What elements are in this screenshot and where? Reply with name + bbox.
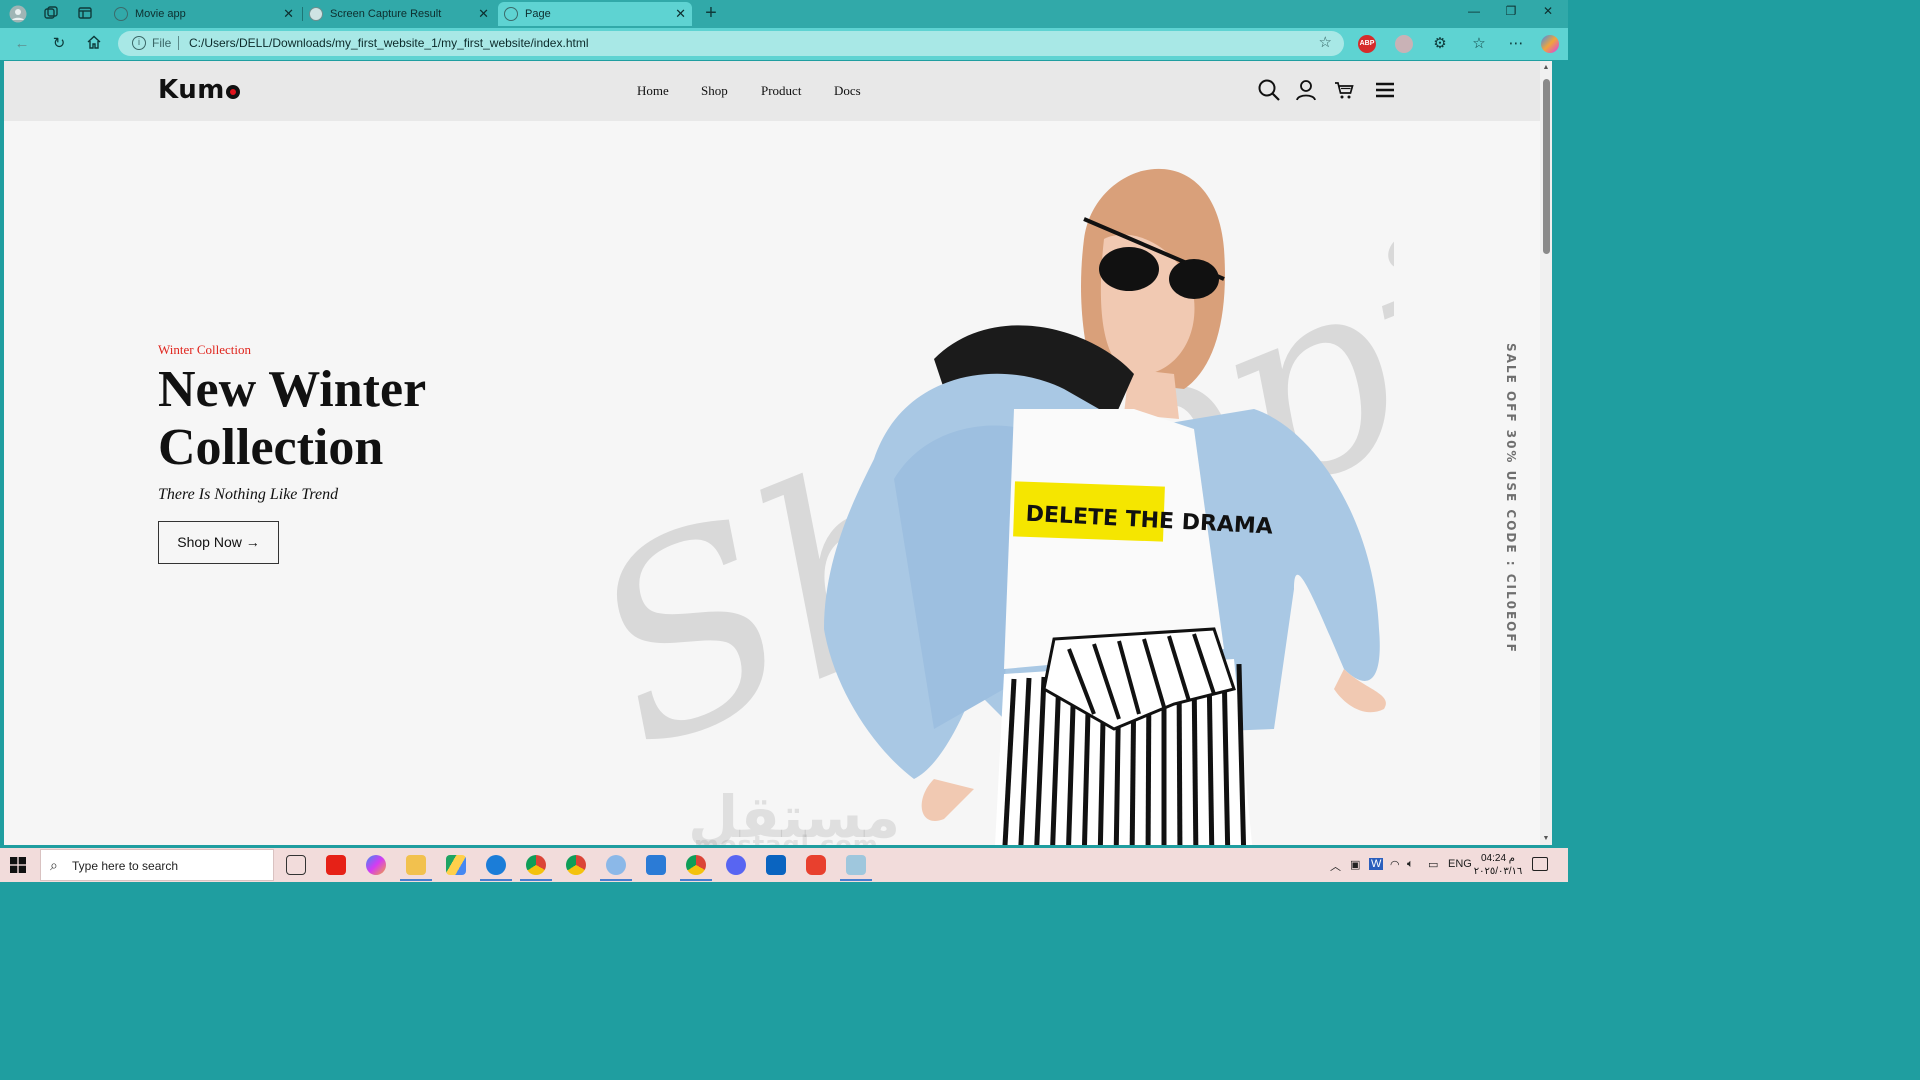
nav-product[interactable]: Product <box>761 83 801 99</box>
browser-tab-bar: Movie app ✕ Screen Capture Result ✕ Page… <box>0 0 1568 28</box>
snipping-tool-icon[interactable] <box>846 855 866 875</box>
browser-toolbar: ← ↻ i File C:/Users/DELL/Downloads/my_fi… <box>0 28 1568 60</box>
home-icon[interactable] <box>84 34 104 54</box>
clock[interactable]: 04:24 م ٢٠٢٥/٠٣/١٦ <box>1470 852 1526 878</box>
reload-icon[interactable]: ↻ <box>49 34 69 54</box>
hero-title: New Winter Collection <box>158 361 426 476</box>
language-indicator[interactable]: ENG <box>1448 858 1472 870</box>
search-placeholder: Type here to search <box>72 859 179 873</box>
nav-home[interactable]: Home <box>637 83 669 99</box>
close-tab-icon[interactable]: ✕ <box>675 2 686 26</box>
close-tab-icon[interactable]: ✕ <box>283 2 294 26</box>
windows-start-icon[interactable] <box>10 857 26 873</box>
youtube-icon[interactable] <box>326 855 346 875</box>
scroll-thumb[interactable] <box>1543 79 1550 254</box>
chrome-app-icon[interactable] <box>606 855 626 875</box>
chrome-second-profile-icon[interactable] <box>686 855 706 875</box>
copilot-icon[interactable] <box>1541 35 1559 53</box>
notifications-icon[interactable] <box>1532 857 1548 871</box>
hero-tag: Winter Collection <box>158 342 251 357</box>
file-explorer-icon[interactable] <box>406 855 426 875</box>
google-drive-icon[interactable] <box>446 855 466 875</box>
restore-icon[interactable]: ❐ <box>1501 4 1521 18</box>
chrome-icon[interactable] <box>566 855 586 875</box>
volume-icon[interactable]: 🔈︎ <box>1407 858 1414 871</box>
favorites-icon[interactable]: ☆ <box>1469 34 1489 54</box>
sale-banner: SALE OFF 30% USE CODE : CIL0EOFF <box>1504 343 1518 654</box>
clock-time: 04:24 م <box>1480 853 1515 864</box>
user-icon[interactable] <box>1294 78 1318 102</box>
hero-image: Shopping DELETE THE DRAMA <box>574 129 1394 845</box>
site-logo[interactable]: Kum <box>158 75 240 105</box>
close-window-icon[interactable]: ✕ <box>1538 4 1558 18</box>
tab-label: Screen Capture Result <box>330 8 442 20</box>
search-icon[interactable] <box>1257 78 1281 102</box>
back-icon[interactable]: ← <box>12 34 32 54</box>
tab-label: Page <box>525 8 551 20</box>
logo-text: Kum <box>158 75 225 105</box>
wifi-icon[interactable]: ◠ <box>1390 858 1400 871</box>
workspaces-icon[interactable] <box>42 5 60 23</box>
search-icon: ⌕ <box>50 857 58 873</box>
outlook-icon[interactable] <box>766 855 786 875</box>
wps-office-icon[interactable] <box>806 855 826 875</box>
scroll-down-icon[interactable]: ▼ <box>1542 835 1550 842</box>
tab-page[interactable]: Page ✕ <box>498 2 692 26</box>
globe-icon <box>504 7 518 21</box>
globe-icon <box>114 7 128 21</box>
capture-favicon-icon <box>309 7 323 21</box>
page-scrollbar[interactable]: ▲ ▼ <box>1540 61 1552 845</box>
new-tab-icon[interactable]: + <box>702 3 720 23</box>
cart-icon[interactable] <box>1332 78 1356 102</box>
close-tab-icon[interactable]: ✕ <box>478 2 489 26</box>
discord-icon[interactable] <box>726 855 746 875</box>
tab-actions-icon[interactable] <box>76 5 94 23</box>
task-view-icon[interactable] <box>286 855 306 875</box>
logo-o-dot <box>225 85 240 99</box>
tray-overflow-icon[interactable]: ︿ <box>1330 858 1341 874</box>
taskbar-search[interactable]: ⌕ Type here to search <box>40 849 274 881</box>
favorite-star-icon[interactable]: ☆ <box>1319 33 1332 51</box>
more-icon[interactable]: ⋯ <box>1506 34 1526 54</box>
battery-icon[interactable]: ▭ <box>1428 858 1438 871</box>
edge-icon[interactable] <box>486 855 506 875</box>
url-text[interactable]: C:/Users/DELL/Downloads/my_first_website… <box>189 36 589 50</box>
clock-date: ٢٠٢٥/٠٣/١٦ <box>1473 866 1523 877</box>
tab-screen-capture-result[interactable]: Screen Capture Result ✕ <box>303 2 495 26</box>
page-viewport: Kum Home Shop Product Docs Shopping <box>4 61 1552 845</box>
chrome-profile-icon[interactable] <box>526 855 546 875</box>
tab-label: Movie app <box>135 8 186 20</box>
nav-docs[interactable]: Docs <box>834 83 861 99</box>
vscode-icon[interactable] <box>646 855 666 875</box>
tray-device-icon[interactable]: ▣ <box>1350 858 1360 871</box>
shop-now-button[interactable]: Shop Now → <box>158 521 279 564</box>
address-bar[interactable]: i File C:/Users/DELL/Downloads/my_first_… <box>118 31 1344 56</box>
taskbar: ⌕ Type here to search ︿ ▣ W ◠ 🔈︎ ▭ ENG 0… <box>0 848 1568 882</box>
extensions-icon[interactable]: ⚙ <box>1430 34 1450 54</box>
info-icon[interactable]: i <box>132 36 146 50</box>
profile-icon[interactable] <box>9 5 27 23</box>
scheme-label: File <box>152 36 172 50</box>
menu-icon[interactable] <box>1373 78 1397 102</box>
minimize-icon[interactable]: — <box>1464 4 1484 18</box>
hero-subtitle: There Is Nothing Like Trend <box>158 486 339 503</box>
adblock-icon[interactable]: ABP <box>1358 35 1376 53</box>
scroll-up-icon[interactable]: ▲ <box>1542 64 1550 71</box>
watermark-latin: mostaql.com <box>694 831 879 845</box>
record-icon[interactable] <box>1395 35 1413 53</box>
tray-word-icon[interactable]: W <box>1369 858 1384 870</box>
tab-movie-app[interactable]: Movie app ✕ <box>108 2 300 26</box>
copilot-app-icon[interactable] <box>366 855 386 875</box>
site-header: Kum Home Shop Product Docs <box>4 61 1552 121</box>
nav-shop[interactable]: Shop <box>701 83 728 99</box>
